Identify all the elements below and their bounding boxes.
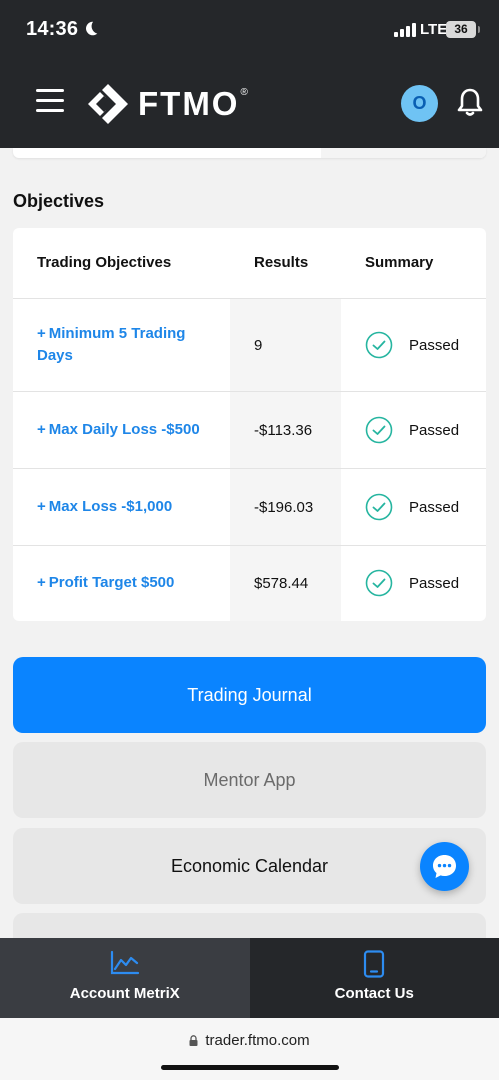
table-row: + Max Daily Loss -$500 -$113.36 Passed bbox=[13, 392, 486, 469]
objective-result: $578.44 bbox=[254, 575, 309, 592]
logo-text: FTMO bbox=[138, 85, 240, 122]
table-row: + Max Loss -$1,000 -$196.03 Passed bbox=[13, 469, 486, 546]
objective-link[interactable]: + Max Daily Loss -$500 bbox=[37, 419, 227, 441]
mentor-app-button[interactable]: Mentor App bbox=[13, 742, 486, 818]
objective-link[interactable]: + Minimum 5 Trading Days bbox=[37, 323, 217, 367]
menu-icon[interactable] bbox=[36, 89, 64, 113]
check-circle-icon bbox=[365, 493, 393, 521]
column-header-objectives: Trading Objectives bbox=[37, 254, 172, 271]
objective-result: -$196.03 bbox=[254, 499, 314, 516]
table-row: + Profit Target $500 $578.44 Passed bbox=[13, 546, 486, 621]
objective-result: -$113.36 bbox=[254, 422, 313, 439]
table-row: + Minimum 5 Trading Days 9 Passed bbox=[13, 299, 486, 392]
previous-card-edge bbox=[13, 148, 486, 158]
column-header-results: Results bbox=[254, 254, 309, 271]
trading-journal-button[interactable]: Trading Journal bbox=[13, 657, 486, 733]
browser-url-bar[interactable]: trader.ftmo.com bbox=[0, 1018, 499, 1080]
economic-calendar-button[interactable]: Economic Calendar bbox=[13, 828, 486, 904]
chart-line-icon bbox=[110, 950, 139, 975]
chat-bubble-icon bbox=[433, 855, 456, 878]
avatar[interactable]: O bbox=[401, 85, 438, 122]
phone-icon bbox=[364, 950, 385, 978]
objective-summary: Passed bbox=[409, 499, 460, 516]
check-circle-icon bbox=[365, 569, 393, 597]
objective-link[interactable]: + Profit Target $500 bbox=[37, 572, 217, 594]
nav-contact-us[interactable]: Contact Us bbox=[249, 938, 499, 1018]
column-header-summary: Summary bbox=[365, 254, 434, 271]
objectives-table: Trading Objectives Results Summary + Mini… bbox=[13, 228, 486, 621]
home-indicator[interactable] bbox=[161, 1065, 339, 1070]
objectives-title: Objectives bbox=[13, 191, 105, 211]
objective-result: 9 bbox=[254, 337, 263, 354]
nav-label-account-metrix: Account MetriX bbox=[69, 985, 180, 1002]
objective-link[interactable]: + Max Loss -$1,000 bbox=[37, 496, 217, 518]
url-text: trader.ftmo.com bbox=[205, 1032, 310, 1049]
chat-button[interactable] bbox=[420, 842, 469, 891]
moon-icon bbox=[86, 21, 98, 36]
network-label: LTE bbox=[420, 21, 448, 38]
ftmo-logo[interactable]: FTMO ® bbox=[86, 82, 248, 126]
bottom-nav: Account MetriX Contact Us bbox=[0, 938, 499, 1018]
table-header: Trading Objectives Results Summary bbox=[13, 228, 486, 299]
bell-icon[interactable] bbox=[457, 87, 483, 117]
status-time: 14:36 bbox=[26, 18, 79, 40]
objective-summary: Passed bbox=[409, 575, 460, 592]
nav-label-contact-us: Contact Us bbox=[334, 985, 414, 1002]
signal-icon bbox=[394, 23, 416, 37]
objective-summary: Passed bbox=[409, 337, 460, 354]
objective-summary: Passed bbox=[409, 422, 460, 439]
ftmo-logo-mark-icon bbox=[88, 84, 128, 124]
status-bar: 14:36 LTE 36 bbox=[0, 0, 499, 58]
check-circle-icon bbox=[365, 331, 393, 359]
app-header: FTMO ® O bbox=[0, 58, 499, 148]
check-circle-icon bbox=[365, 416, 393, 444]
battery-icon: 36 bbox=[446, 21, 480, 38]
logo-registered-mark: ® bbox=[240, 86, 248, 98]
nav-account-metrix[interactable]: Account MetriX bbox=[0, 938, 250, 1018]
lock-icon bbox=[189, 1035, 198, 1046]
